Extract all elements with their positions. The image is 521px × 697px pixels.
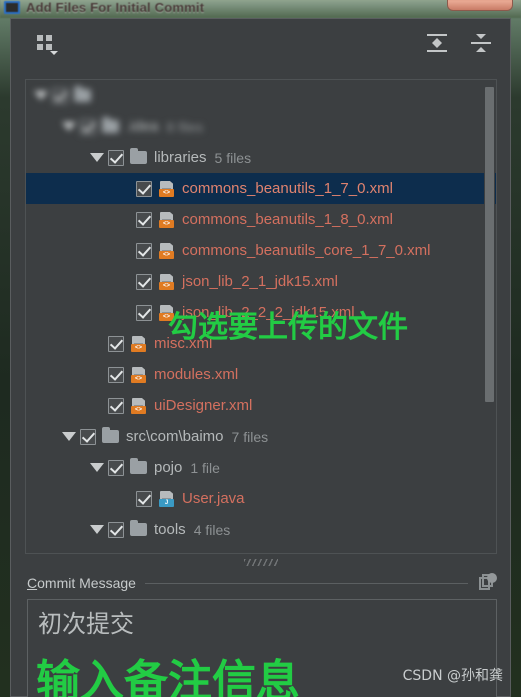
commit-history-icon[interactable] xyxy=(477,573,497,593)
expander-triangle-icon[interactable] xyxy=(62,432,76,441)
row-checkbox[interactable] xyxy=(136,180,152,197)
tree-row[interactable] xyxy=(26,80,496,111)
group-by-icon[interactable] xyxy=(35,32,58,55)
row-checkbox[interactable] xyxy=(108,397,124,414)
tree-row[interactable]: <> commons_beanutils_core_1_7_0.xml xyxy=(26,235,496,266)
row-checkbox[interactable] xyxy=(136,490,152,507)
row-checkbox[interactable] xyxy=(108,366,124,383)
tree-row[interactable]: <> modules.xml xyxy=(26,359,496,390)
window-title: Add Files For Initial Commit xyxy=(26,0,205,15)
tree-row[interactable]: J Help.java xyxy=(26,545,496,553)
tree-row-label: .idea xyxy=(126,118,159,135)
chevron-down-icon xyxy=(50,51,58,55)
window-titlebar[interactable]: Add Files For Initial Commit xyxy=(0,0,521,18)
row-checkbox[interactable] xyxy=(52,87,68,104)
row-checkbox[interactable] xyxy=(136,552,152,553)
expander-triangle-icon[interactable] xyxy=(90,463,104,472)
row-checkbox[interactable] xyxy=(108,149,124,166)
xml-file-icon: <> xyxy=(158,242,176,259)
tree-row[interactable]: J User.java xyxy=(26,483,496,514)
commit-message-header: Commit Message xyxy=(27,571,497,595)
tree-row-count: 1 file xyxy=(190,459,220,476)
tree-row[interactable]: <> commons_beanutils_1_7_0.xml xyxy=(26,173,496,204)
commit-message-label: Commit Message xyxy=(27,575,136,591)
folder-icon xyxy=(130,148,147,164)
folder-icon xyxy=(130,520,147,536)
xml-file-icon: <> xyxy=(130,366,148,383)
row-checkbox[interactable] xyxy=(108,459,124,476)
tree-row-label: commons_beanutils_core_1_7_0.xml xyxy=(182,242,431,259)
tree-row[interactable]: <> json_lib_2_1_jdk15.xml xyxy=(26,266,496,297)
java-file-icon: J xyxy=(158,490,176,507)
tree-row-label: json_lib_2_2_2_jdk15.xml xyxy=(182,304,355,321)
tree-row-label: modules.xml xyxy=(154,366,239,383)
file-tree-rows: .idea 8 files libraries 5 files <> commons_be… xyxy=(26,80,496,553)
row-checkbox[interactable] xyxy=(108,521,124,538)
splitter-grip-icon xyxy=(244,558,278,566)
tree-row[interactable]: <> misc.xml xyxy=(26,328,496,359)
xml-file-icon: <> xyxy=(158,180,176,197)
folder-icon xyxy=(102,427,119,443)
tree-row-count: 8 files xyxy=(166,118,204,135)
tree-row-label: uiDesigner.xml xyxy=(154,397,253,414)
expander-triangle-icon[interactable] xyxy=(34,91,48,100)
xml-file-icon: <> xyxy=(158,304,176,321)
tree-row-label: pojo xyxy=(154,459,183,476)
tree-row[interactable]: libraries 5 files xyxy=(26,142,496,173)
tree-row-label: tools xyxy=(154,521,186,538)
row-checkbox[interactable] xyxy=(80,118,96,135)
tree-row[interactable]: pojo 1 file xyxy=(26,452,496,483)
tree-row[interactable]: <> json_lib_2_2_2_jdk15.xml xyxy=(26,297,496,328)
tree-row-label: libraries xyxy=(154,149,207,166)
expander-triangle-icon[interactable] xyxy=(90,525,104,534)
row-checkbox[interactable] xyxy=(136,211,152,228)
row-checkbox[interactable] xyxy=(108,335,124,352)
add-files-dialog: .idea 8 files libraries 5 files <> commons_be… xyxy=(10,18,511,697)
tree-scrollbar[interactable] xyxy=(484,81,495,552)
tree-row-label: json_lib_2_1_jdk15.xml xyxy=(182,273,338,290)
xml-file-icon: <> xyxy=(130,335,148,352)
tree-row-count: 7 files xyxy=(231,428,269,445)
row-checkbox[interactable] xyxy=(80,428,96,445)
row-checkbox[interactable] xyxy=(136,242,152,259)
tree-row[interactable]: <> uiDesigner.xml xyxy=(26,390,496,421)
xml-file-icon: <> xyxy=(130,397,148,414)
expander-triangle-icon[interactable] xyxy=(62,122,76,131)
folder-icon xyxy=(102,117,119,133)
xml-file-icon: <> xyxy=(158,273,176,290)
expander-triangle-icon[interactable] xyxy=(90,153,104,162)
tree-row-label: misc.xml xyxy=(154,335,213,352)
tree-row-label: Help.java xyxy=(182,552,245,553)
file-tree[interactable]: .idea 8 files libraries 5 files <> commons_be… xyxy=(25,79,497,554)
tree-row-label: User.java xyxy=(182,490,245,507)
watermark: CSDN @孙和龚 xyxy=(402,668,503,684)
tree-row-label: commons_beanutils_1_7_0.xml xyxy=(182,180,393,197)
folder-icon xyxy=(74,86,91,102)
tree-row-label: src\com\baimo xyxy=(126,428,224,445)
xml-file-icon: <> xyxy=(158,211,176,228)
header-divider xyxy=(144,582,468,584)
collapse-all-icon[interactable] xyxy=(470,32,492,54)
app-icon xyxy=(4,0,20,14)
folder-icon xyxy=(130,458,147,474)
tree-toolbar xyxy=(11,19,510,67)
commit-message-mnemonic: C xyxy=(27,575,38,591)
commit-message-value: 初次提交 xyxy=(38,610,134,638)
panel-splitter[interactable] xyxy=(25,556,497,568)
expand-all-icon[interactable] xyxy=(426,32,448,54)
tree-row-label: commons_beanutils_1_8_0.xml xyxy=(182,211,393,228)
tree-row[interactable]: tools 4 files xyxy=(26,514,496,545)
tree-row[interactable]: .idea 8 files xyxy=(26,111,496,142)
tree-scrollbar-thumb[interactable] xyxy=(485,87,494,402)
tree-row-count: 5 files xyxy=(214,149,252,166)
close-button[interactable] xyxy=(447,0,513,11)
row-checkbox[interactable] xyxy=(136,304,152,321)
row-checkbox[interactable] xyxy=(136,273,152,290)
tree-row[interactable]: src\com\baimo 7 files xyxy=(26,421,496,452)
tree-row-count: 4 files xyxy=(193,521,231,538)
commit-message-label-rest: ommit Message xyxy=(37,575,136,591)
java-file-icon: J xyxy=(158,552,176,553)
tree-row[interactable]: <> commons_beanutils_1_8_0.xml xyxy=(26,204,496,235)
